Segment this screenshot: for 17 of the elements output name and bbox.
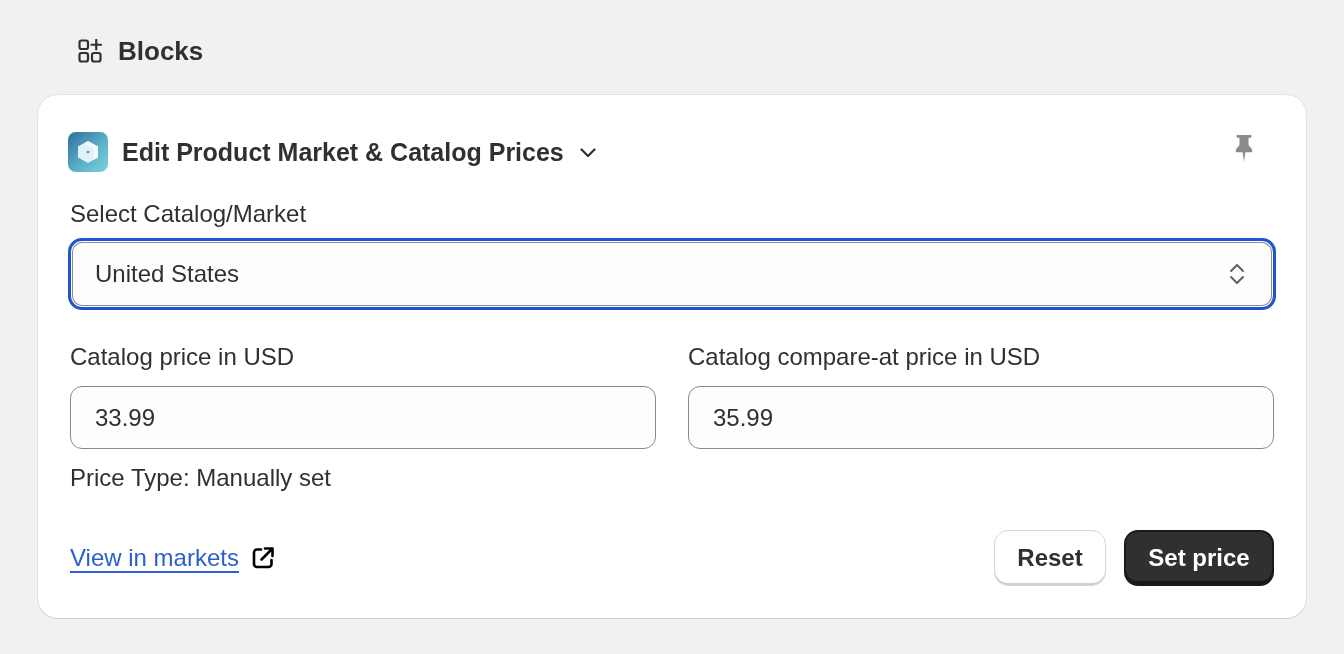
price-input[interactable]: 35.99 <box>688 386 1274 449</box>
field-label: Catalog compare-at price in USD <box>688 344 1042 370</box>
chevron-updown-icon <box>1229 261 1245 287</box>
card-title: Edit Product Market & Catalog Prices <box>122 137 564 167</box>
blocks-icon <box>78 39 102 63</box>
section-title: Blocks <box>118 36 204 66</box>
view-in-markets-link[interactable]: View in markets <box>70 544 239 572</box>
price-input[interactable]: 33.99 <box>70 386 656 449</box>
price-type-text: Price Type: Manually set <box>70 465 332 491</box>
reset-button[interactable]: Reset <box>994 530 1106 586</box>
field-label: Select Catalog/Market <box>70 201 308 227</box>
set-price-button[interactable]: Set price <box>1124 530 1274 586</box>
external-link-icon[interactable] <box>250 546 275 570</box>
app-icon <box>68 132 108 172</box>
field-label: Catalog price in USD <box>70 344 296 370</box>
chevron-down-icon[interactable] <box>579 148 596 158</box>
market-select[interactable]: United States <box>68 238 1276 310</box>
